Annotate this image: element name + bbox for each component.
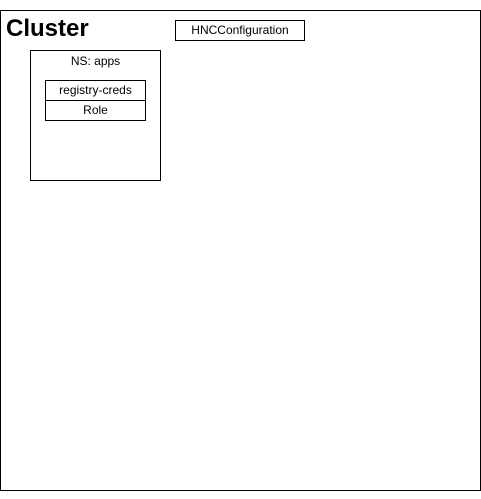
diagram-canvas: Cluster HNCConfiguration NS: apps regist… xyxy=(0,0,481,499)
hnc-configuration-box: HNCConfiguration xyxy=(175,20,305,41)
cluster-title: Cluster xyxy=(6,15,89,42)
role-box: Role xyxy=(45,100,146,121)
registry-creds-box: registry-creds xyxy=(45,80,146,101)
namespace-title: NS: apps xyxy=(70,54,121,68)
